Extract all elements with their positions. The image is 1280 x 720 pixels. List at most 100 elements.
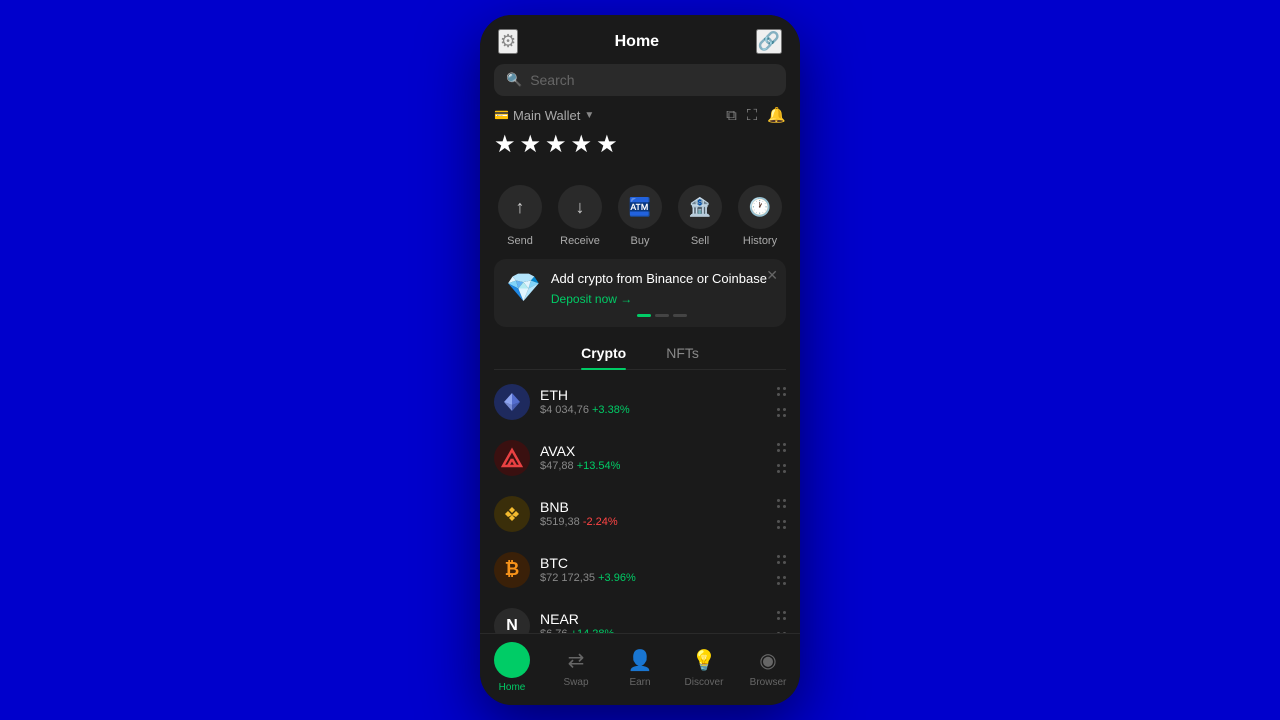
asset-row-eth[interactable]: ETH $4 034,76 +3.38% [480, 374, 800, 430]
btc-price: $72 172,35 [540, 572, 595, 584]
avax-menu-dots[interactable] [777, 443, 786, 452]
sell-icon-circle: 🏦 [678, 185, 722, 229]
eth-value [777, 387, 786, 417]
eth-icon [494, 384, 530, 420]
deposit-link[interactable]: Deposit now → [551, 292, 774, 306]
asset-list: ETH $4 034,76 +3.38% AVAX [480, 370, 800, 633]
settings-button[interactable]: ⚙ [498, 29, 518, 54]
wallet-name-row: 💳 Main Wallet ▼ ⧉ ⛶ 🔔 [494, 106, 786, 124]
near-icon: Ν [494, 608, 530, 633]
btc-sub: $72 172,35 +3.96% [540, 572, 767, 584]
eth-sub: $4 034,76 +3.38% [540, 404, 767, 416]
sell-label: Sell [691, 235, 709, 247]
eth-change: +3.38% [592, 404, 630, 416]
eth-name: ETH [540, 387, 767, 403]
near-value [777, 611, 786, 633]
bnb-value [777, 499, 786, 529]
dot-3 [673, 314, 687, 317]
wallet-chevron-icon: ▼ [584, 110, 594, 121]
scan-button[interactable]: 🔗 [756, 29, 782, 54]
copy-address-button[interactable]: ⧉ [726, 107, 737, 124]
bnb-name: BNB [540, 499, 767, 515]
history-button[interactable]: 🕐 History [738, 185, 782, 247]
avax-info: AVAX $47,88 +13.54% [540, 443, 767, 472]
near-info: NEAR $6,76 +14.28% [540, 611, 767, 633]
actions-row: ↑ Send ↓ Receive 🏧 Buy 🏦 Sell 🕐 History [480, 181, 800, 259]
sell-button[interactable]: 🏦 Sell [678, 185, 722, 247]
bnb-sub: $519,38 -2.24% [540, 516, 767, 528]
btc-icon: ₿ [494, 552, 530, 588]
bnb-info: BNB $519,38 -2.24% [540, 499, 767, 528]
asset-tabs: Crypto NFTs [494, 337, 786, 370]
nav-earn-label: Earn [629, 677, 650, 688]
nav-swap[interactable]: ⇄ Swap [551, 648, 601, 688]
avax-name: AVAX [540, 443, 767, 459]
tab-nfts[interactable]: NFTs [666, 345, 699, 369]
avax-value [777, 443, 786, 473]
receive-icon-circle: ↓ [558, 185, 602, 229]
nav-browser[interactable]: ◉ Browser [743, 648, 793, 688]
asset-row-bnb[interactable]: BNB $519,38 -2.24% [480, 486, 800, 542]
bnb-price: $519,38 [540, 516, 580, 528]
btc-value [777, 555, 786, 585]
banner-text: Add crypto from Binance or Coinbase Depo… [551, 271, 774, 317]
wallet-icon: 💳 [494, 108, 509, 122]
asset-row-btc[interactable]: ₿ BTC $72 172,35 +3.96% [480, 542, 800, 598]
wallet-name[interactable]: 💳 Main Wallet ▼ [494, 108, 594, 123]
history-icon-circle: 🕐 [738, 185, 782, 229]
deposit-link-text: Deposit now → [551, 292, 632, 306]
avax-price: $47,88 [540, 460, 574, 472]
send-icon-circle: ↑ [498, 185, 542, 229]
btc-info: BTC $72 172,35 +3.96% [540, 555, 767, 584]
home-nav-bg: ⌂ [494, 642, 530, 678]
phone-container: ⚙ Home 🔗 🔍 💳 Main Wallet ▼ ⧉ ⛶ 🔔 ★★★★★ ↑… [480, 15, 800, 705]
nav-home[interactable]: ⌂ Home [487, 642, 537, 693]
notifications-button[interactable]: 🔔 [767, 106, 786, 124]
banner-title: Add crypto from Binance or Coinbase [551, 271, 774, 288]
nav-home-label: Home [499, 682, 526, 693]
eth-price: $4 034,76 [540, 404, 589, 416]
banner-pagination [551, 314, 774, 317]
nav-earn[interactable]: 👤 Earn [615, 648, 665, 688]
search-icon: 🔍 [506, 72, 522, 88]
send-button[interactable]: ↑ Send [498, 185, 542, 247]
nav-discover[interactable]: 💡 Discover [679, 648, 729, 688]
bnb-menu-dots[interactable] [777, 499, 786, 508]
bnb-icon [494, 496, 530, 532]
btc-change: +3.96% [598, 572, 636, 584]
buy-icon-circle: 🏧 [618, 185, 662, 229]
deposit-banner: 💎 Add crypto from Binance or Coinbase De… [494, 259, 786, 327]
banner-illustration: 💎 [506, 271, 541, 304]
eth-menu-dots-2 [777, 408, 786, 417]
dot-2 [655, 314, 669, 317]
near-menu-dots[interactable] [777, 611, 786, 620]
nav-swap-label: Swap [563, 677, 588, 688]
eth-info: ETH $4 034,76 +3.38% [540, 387, 767, 416]
avax-icon [494, 440, 530, 476]
receive-button[interactable]: ↓ Receive [558, 185, 602, 247]
tab-crypto[interactable]: Crypto [581, 345, 626, 369]
near-name: NEAR [540, 611, 767, 627]
send-label: Send [507, 235, 533, 247]
search-bar: 🔍 [494, 64, 786, 96]
earn-icon: 👤 [628, 648, 653, 673]
dot-1 [637, 314, 651, 317]
nav-discover-label: Discover [685, 677, 724, 688]
wallet-name-label: Main Wallet [513, 108, 580, 123]
eth-menu-dots[interactable] [777, 387, 786, 396]
browser-icon: ◉ [759, 648, 776, 673]
avax-change: +13.54% [577, 460, 621, 472]
receive-label: Receive [560, 235, 600, 247]
search-input[interactable] [530, 72, 774, 88]
header: ⚙ Home 🔗 [480, 15, 800, 64]
banner-close-button[interactable]: ✕ [766, 267, 778, 284]
swap-icon: ⇄ [568, 648, 585, 673]
btc-menu-dots[interactable] [777, 555, 786, 564]
wallet-action-icons: ⧉ ⛶ 🔔 [726, 106, 786, 124]
discover-icon: 💡 [692, 648, 717, 673]
buy-button[interactable]: 🏧 Buy [618, 185, 662, 247]
asset-row-avax[interactable]: AVAX $47,88 +13.54% [480, 430, 800, 486]
asset-row-near[interactable]: Ν NEAR $6,76 +14.28% [480, 598, 800, 633]
expand-button[interactable]: ⛶ [747, 107, 758, 124]
bottom-nav: ⌂ Home ⇄ Swap 👤 Earn 💡 Discover ◉ Browse… [480, 633, 800, 705]
